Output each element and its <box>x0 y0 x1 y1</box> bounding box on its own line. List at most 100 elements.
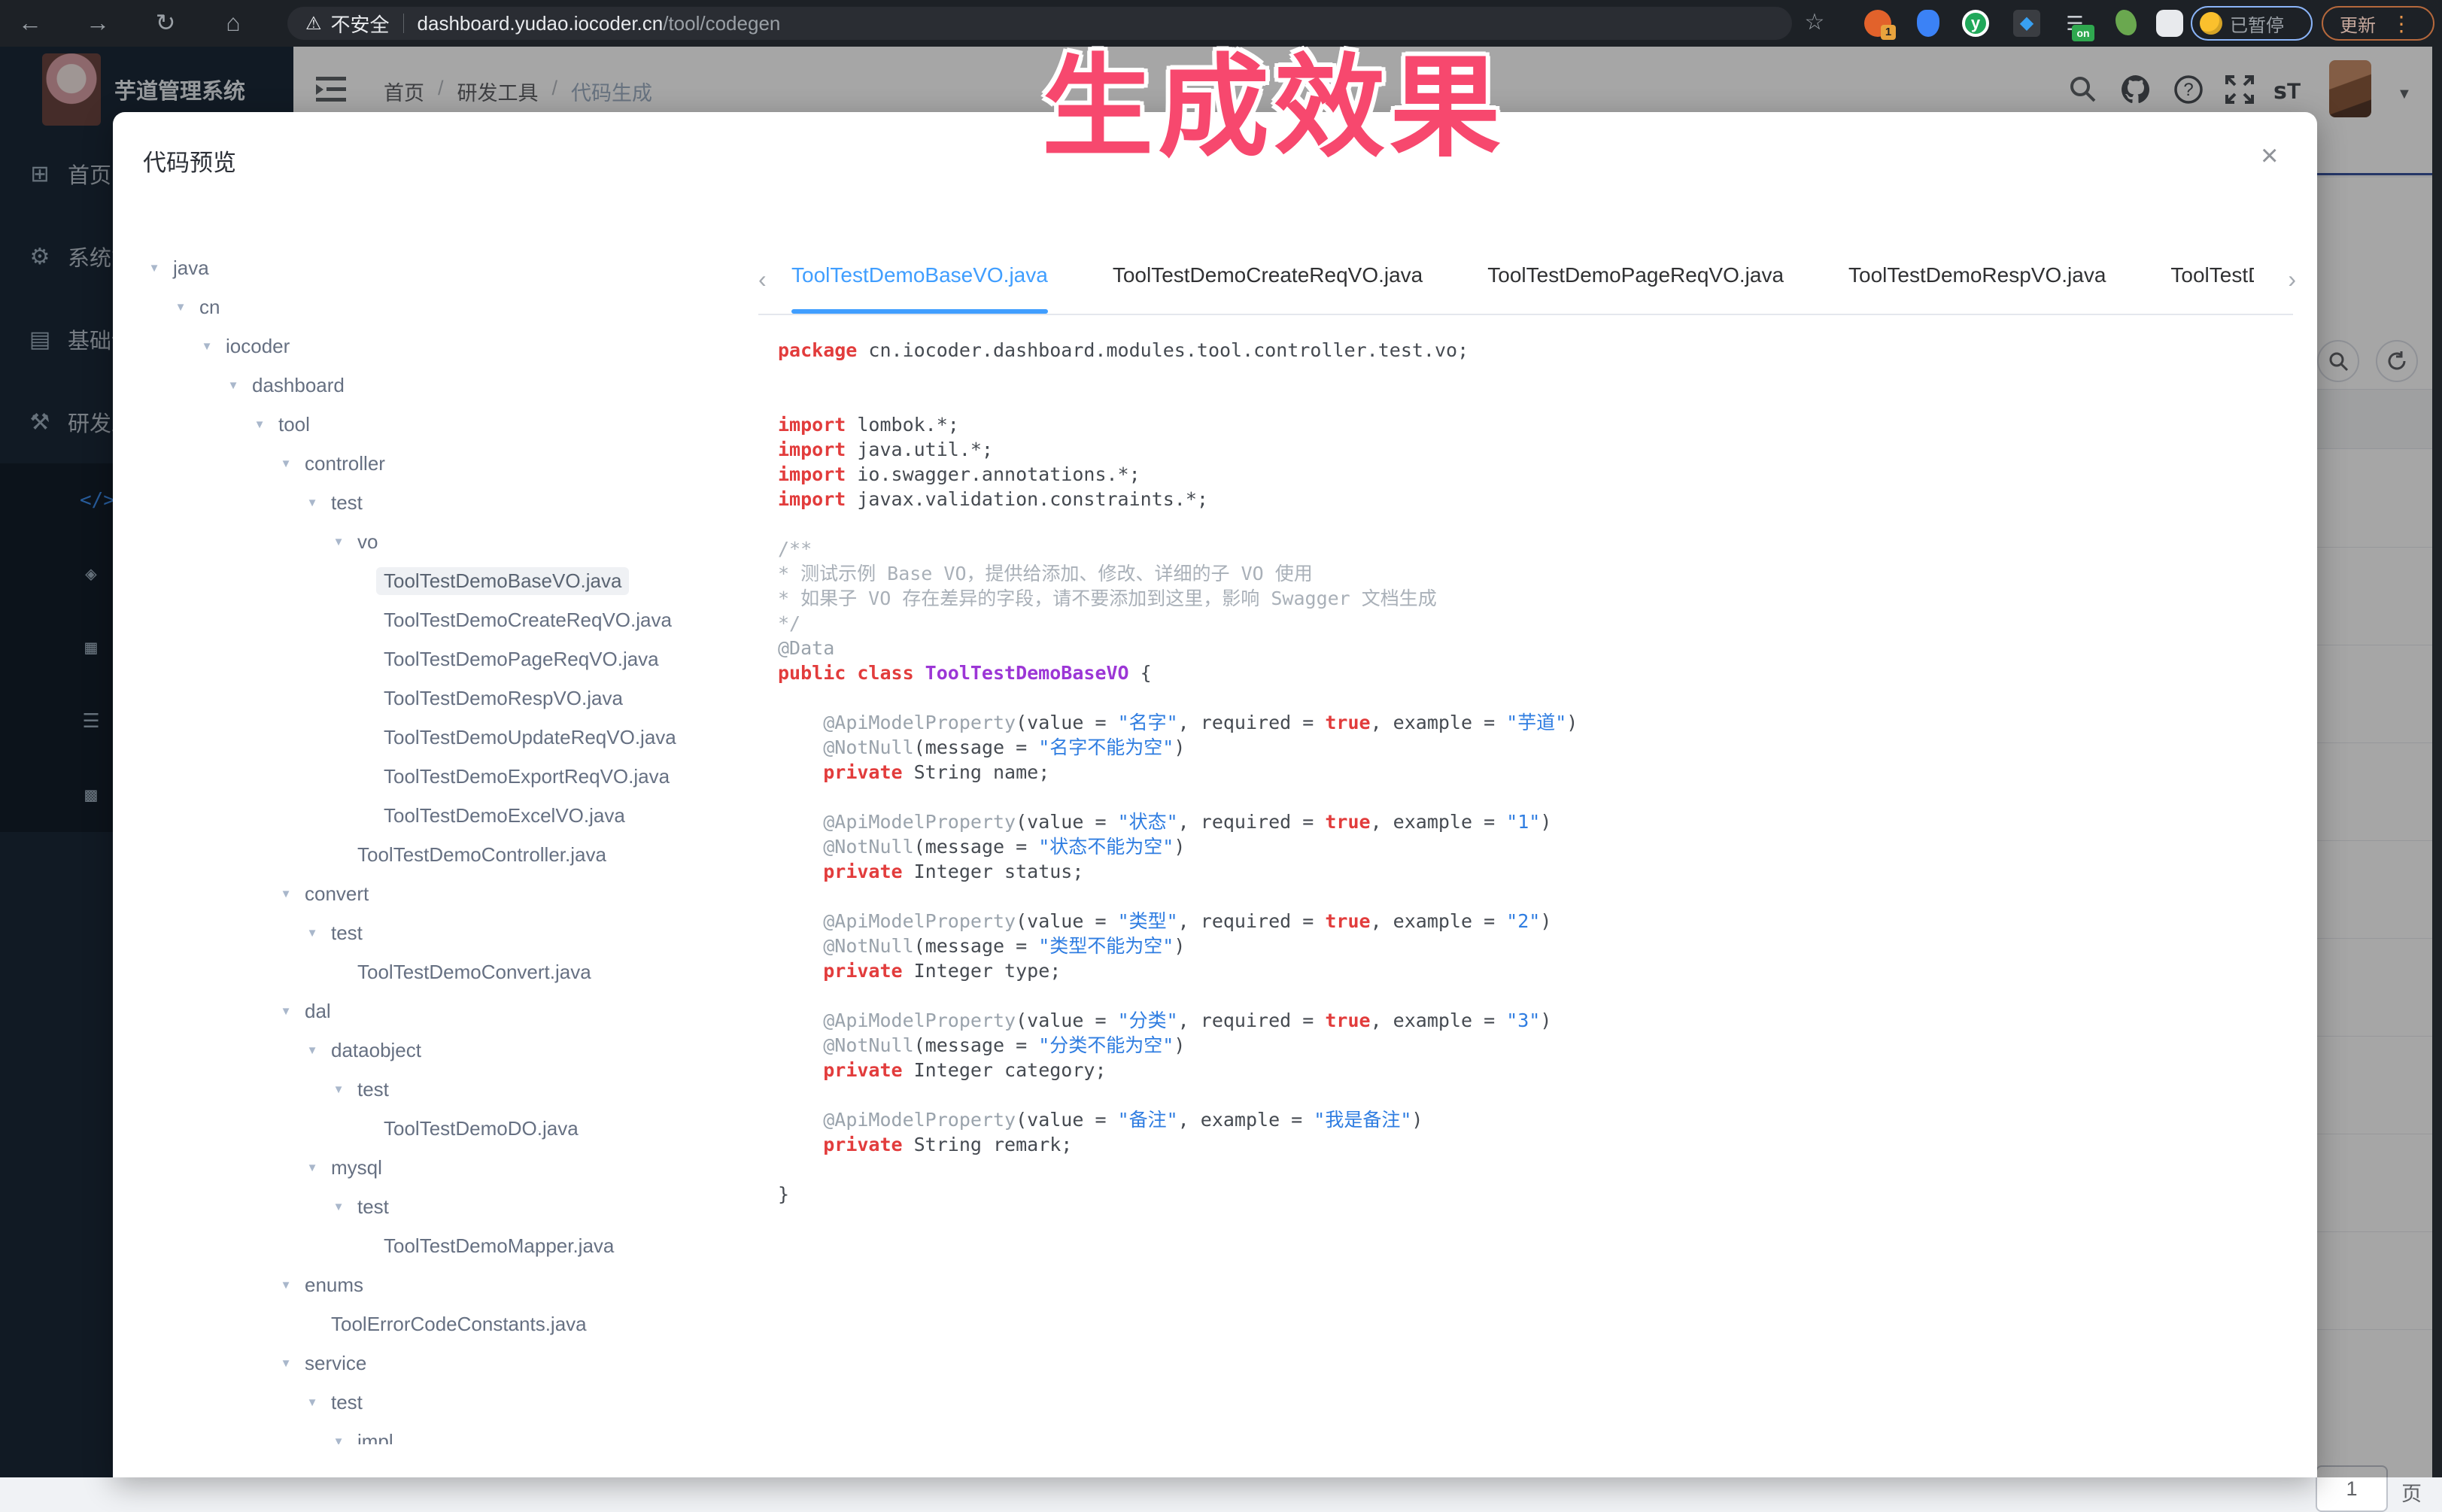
file-tab[interactable]: ToolTestDemoUpdateReqVO.java <box>2170 246 2254 315</box>
tree-node-label: service <box>297 1350 374 1377</box>
browser-update-button[interactable]: 更新 ⋮ <box>2322 6 2434 41</box>
browser-scrollbar-strip[interactable] <box>2432 47 2442 1477</box>
code-line <box>778 387 2290 412</box>
code-line: import lombok.*; <box>778 412 2290 437</box>
tree-expand-caret-icon[interactable]: ▼ <box>327 1435 350 1445</box>
code-line: import java.util.*; <box>778 437 2290 462</box>
tree-node-label: ToolTestDemoDO.java <box>376 1115 586 1143</box>
tree-folder[interactable]: ▼test <box>143 913 767 952</box>
file-tab[interactable]: ToolTestDemoPageReqVO.java <box>1487 246 1784 315</box>
tree-expand-caret-icon[interactable]: ▼ <box>301 496 323 509</box>
tree-file[interactable]: ToolTestDemoExcelVO.java <box>143 796 767 835</box>
tree-node-label: java <box>166 254 217 282</box>
dialog-close-icon[interactable]: × <box>2261 139 2278 173</box>
extension-icon[interactable]: y <box>1962 10 1989 37</box>
tree-node-label: mysql <box>323 1154 390 1182</box>
browser-forward-icon[interactable]: → <box>81 0 114 47</box>
code-line: } <box>778 1182 2290 1207</box>
browser-menu-icon[interactable]: ⋮ <box>2391 11 2412 36</box>
tree-file[interactable]: ToolTestDemoDO.java <box>143 1109 767 1148</box>
code-line: private String remark; <box>778 1132 2290 1157</box>
tree-node-label: test <box>323 1389 370 1416</box>
bookmark-star-icon[interactable]: ☆ <box>1798 0 1831 47</box>
tree-folder[interactable]: ▼test <box>143 1070 767 1109</box>
file-tree: ▼java▼cn▼iocoder▼dashboard▼tool▼controll… <box>143 248 767 1444</box>
tree-file[interactable]: ToolTestDemoUpdateReqVO.java <box>143 718 767 757</box>
tree-folder[interactable]: ▼convert <box>143 874 767 913</box>
tree-folder[interactable]: ▼tool <box>143 405 767 444</box>
tree-file[interactable]: ToolTestDemoRespVO.java <box>143 679 767 718</box>
tree-folder[interactable]: ▼test <box>143 1383 767 1422</box>
tree-expand-caret-icon[interactable]: ▼ <box>301 927 323 940</box>
tree-expand-caret-icon[interactable]: ▼ <box>327 1201 350 1213</box>
tree-folder[interactable]: ▼dal <box>143 991 767 1031</box>
tabs-scroll-left-icon[interactable]: ‹ <box>758 266 767 293</box>
tree-expand-caret-icon[interactable]: ▼ <box>275 1279 297 1292</box>
code-line: @ApiModelProperty(value = "分类", required… <box>778 1008 2290 1033</box>
address-bar[interactable]: ⚠ 不安全 dashboard.yudao.iocoder.cn /tool/c… <box>287 7 1792 40</box>
tree-expand-caret-icon[interactable]: ▼ <box>275 888 297 900</box>
tree-folder[interactable]: ▼test <box>143 483 767 522</box>
code-line: @ApiModelProperty(value = "状态", required… <box>778 809 2290 834</box>
tree-node-label: vo <box>350 528 385 556</box>
tree-folder[interactable]: ▼java <box>143 248 767 287</box>
paused-label: 已暂停 <box>2230 11 2284 37</box>
tree-folder[interactable]: ▼controller <box>143 444 767 483</box>
tree-expand-caret-icon[interactable]: ▼ <box>275 1005 297 1018</box>
tree-expand-caret-icon[interactable]: ▼ <box>169 301 192 314</box>
file-tab[interactable]: ToolTestDemoRespVO.java <box>1848 246 2106 315</box>
paused-status-pill[interactable]: 已暂停 <box>2191 6 2313 41</box>
tree-expand-caret-icon[interactable]: ▼ <box>301 1044 323 1057</box>
tree-folder[interactable]: ▼dataobject <box>143 1031 767 1070</box>
tree-folder[interactable]: ▼impl <box>143 1422 767 1444</box>
tree-file[interactable]: ToolTestDemoCreateReqVO.java <box>143 600 767 639</box>
tree-expand-caret-icon[interactable]: ▼ <box>301 1396 323 1409</box>
browser-back-icon[interactable]: ← <box>14 0 47 47</box>
browser-home-icon[interactable]: ⌂ <box>217 0 250 47</box>
tree-expand-caret-icon[interactable]: ▼ <box>222 379 245 392</box>
tree-node-label: ToolTestDemoUpdateReqVO.java <box>376 724 684 751</box>
tree-file[interactable]: ToolTestDemoMapper.java <box>143 1226 767 1265</box>
tree-file[interactable]: ToolErrorCodeConstants.java <box>143 1304 767 1343</box>
extension-icon[interactable]: ◆ <box>2013 10 2040 37</box>
tree-file[interactable]: ToolTestDemoExportReqVO.java <box>143 757 767 796</box>
tree-expand-caret-icon[interactable]: ▼ <box>275 457 297 470</box>
tree-node-label: controller <box>297 450 393 478</box>
tree-expand-caret-icon[interactable]: ▼ <box>143 262 166 275</box>
code-line: @Data <box>778 636 2290 660</box>
tree-expand-caret-icon[interactable]: ▼ <box>196 340 218 353</box>
tree-expand-caret-icon[interactable]: ▼ <box>301 1161 323 1174</box>
file-tab[interactable]: ToolTestDemoCreateReqVO.java <box>1113 246 1423 315</box>
tree-folder[interactable]: ▼service <box>143 1343 767 1383</box>
tree-folder[interactable]: ▼cn <box>143 287 767 326</box>
code-line: @NotNull(message = "名字不能为空") <box>778 735 2290 760</box>
tree-folder[interactable]: ▼dashboard <box>143 366 767 405</box>
tree-folder[interactable]: ▼enums <box>143 1265 767 1304</box>
browser-reload-icon[interactable]: ↻ <box>149 0 182 47</box>
generation-effect-annotation: 生成效果 <box>1042 17 1505 178</box>
tree-file[interactable]: ToolTestDemoBaseVO.java <box>143 561 767 600</box>
tree-node-label: ToolTestDemoExcelVO.java <box>376 802 633 830</box>
tree-folder[interactable]: ▼test <box>143 1187 767 1226</box>
tree-file[interactable]: ToolTestDemoPageReqVO.java <box>143 639 767 679</box>
tree-file[interactable]: ToolTestDemoConvert.java <box>143 952 767 991</box>
emoji-face-icon <box>2200 12 2222 35</box>
extension-icon[interactable] <box>1917 10 1939 37</box>
tabs-scroll-right-icon[interactable]: › <box>2288 266 2296 293</box>
code-line: @NotNull(message = "类型不能为空") <box>778 934 2290 958</box>
extension-icon[interactable]: ☰on <box>2061 10 2088 37</box>
file-tab[interactable]: ToolTestDemoBaseVO.java <box>791 246 1048 315</box>
code-line: */ <box>778 611 2290 636</box>
tree-expand-caret-icon[interactable]: ▼ <box>248 418 271 431</box>
tree-expand-caret-icon[interactable]: ▼ <box>327 536 350 548</box>
extension-icon[interactable]: 1 <box>1864 10 1891 37</box>
tree-folder[interactable]: ▼vo <box>143 522 767 561</box>
tree-node-label: ToolTestDemoCreateReqVO.java <box>376 606 679 634</box>
extension-icon[interactable] <box>2115 10 2137 35</box>
tree-expand-caret-icon[interactable]: ▼ <box>327 1083 350 1096</box>
tree-folder[interactable]: ▼mysql <box>143 1148 767 1187</box>
tree-file[interactable]: ToolTestDemoController.java <box>143 835 767 874</box>
tree-expand-caret-icon[interactable]: ▼ <box>275 1357 297 1370</box>
tree-folder[interactable]: ▼iocoder <box>143 326 767 366</box>
extensions-puzzle-icon[interactable] <box>2156 10 2183 37</box>
